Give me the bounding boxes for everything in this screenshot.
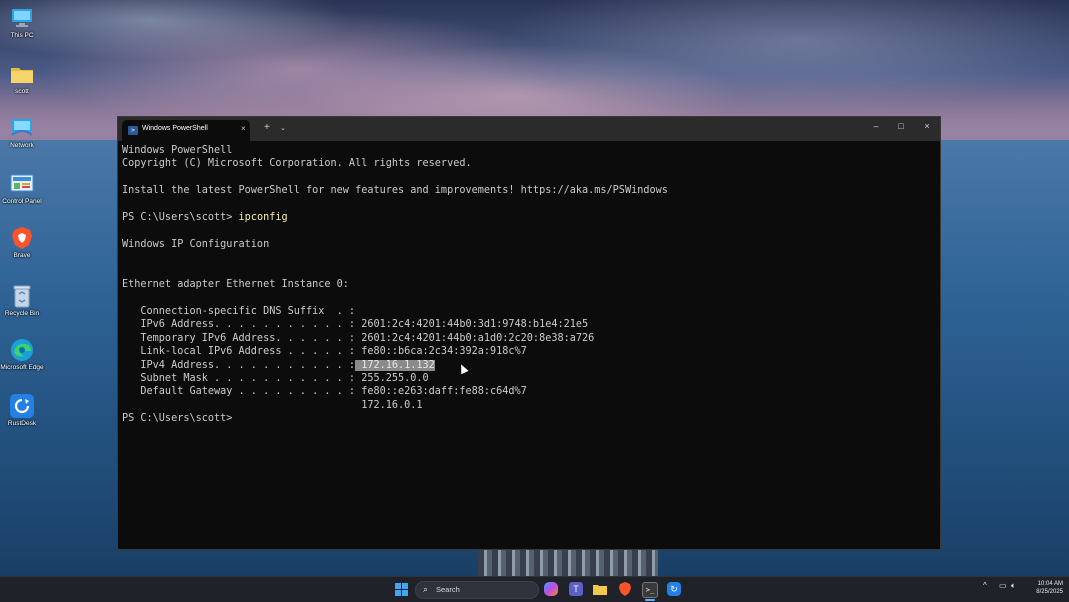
- output-line: Copyright (C) Microsoft Corporation. All…: [122, 158, 472, 170]
- desktop-icon-label: scott: [15, 88, 29, 95]
- desktop-icon-rustdesk[interactable]: RustDesk: [0, 394, 44, 427]
- search-icon: ⌕: [423, 584, 429, 594]
- output-line: Default Gateway . . . . . . . . . : fe80…: [122, 386, 527, 398]
- desktop-icon-label: Network: [10, 142, 34, 149]
- tab-windows-powershell[interactable]: > Windows PowerShell ×: [122, 120, 250, 141]
- network-status-icon[interactable]: ▭: [999, 581, 1007, 590]
- desktop-icon-recycle-bin[interactable]: Recycle Bin: [0, 284, 44, 317]
- rustdesk-icon: [10, 394, 34, 418]
- output-line: Temporary IPv6 Address. . . . . . : 2601…: [122, 332, 595, 344]
- output-line: Windows PowerShell: [122, 145, 233, 156]
- clock-time: 10:04 AM: [1037, 581, 1063, 587]
- desktop-icon-scott-folder[interactable]: scott: [0, 62, 44, 95]
- edge-icon: [10, 338, 34, 362]
- desktop-icon-label: Control Panel: [2, 198, 42, 205]
- windows-start-icon[interactable]: [394, 582, 408, 596]
- network-icon: [10, 116, 34, 140]
- terminal-window[interactable]: > Windows PowerShell × + ⌄ – □ × Windows…: [117, 116, 941, 550]
- volume-icon[interactable]: 🔈︎: [1011, 581, 1016, 591]
- search-placeholder: Search: [436, 585, 460, 594]
- desktop-icon-label: Recycle Bin: [4, 310, 40, 317]
- output-line: IPv6 Address. . . . . . . . . . . : 2601…: [122, 319, 589, 331]
- wallpaper-pier: [478, 548, 658, 576]
- output-line: 172.16.0.1: [122, 399, 423, 411]
- prompt: PS C:\Users\scott>: [122, 212, 239, 224]
- clock-date: 8/25/2025: [1036, 589, 1063, 595]
- control-panel-icon: [10, 172, 34, 196]
- teams-icon[interactable]: T: [569, 582, 583, 596]
- desktop-icon-label: Microsoft Edge: [0, 364, 44, 371]
- desktop-icon-label: This PC: [10, 32, 34, 39]
- desktop-icon-label: Brave: [13, 252, 31, 259]
- output-line: Connection-specific DNS Suffix . :: [122, 305, 356, 317]
- file-explorer-icon[interactable]: [593, 582, 607, 596]
- maximize-button[interactable]: □: [891, 121, 911, 131]
- rustdesk-icon[interactable]: ↻: [667, 582, 681, 596]
- output-line: Subnet Mask . . . . . . . . . . . : 255.…: [122, 372, 429, 384]
- output-line: Windows IP Configuration: [122, 238, 270, 250]
- selected-ipv4-value[interactable]: 172.16.1.132: [355, 359, 435, 371]
- terminal-output[interactable]: Windows PowerShell Copyright (C) Microso…: [118, 141, 940, 426]
- output-line: Link-local IPv6 Address . . . . . : fe80…: [122, 346, 527, 358]
- powershell-icon: >: [128, 126, 138, 135]
- output-line: Ethernet adapter Ethernet Instance 0:: [122, 279, 349, 291]
- tray-chevron-icon[interactable]: ^: [983, 581, 987, 590]
- recycle-bin-icon: [10, 284, 34, 308]
- taskbar: ⌕ Search T >_ ↻ ^ ▭ 🔈︎ 10:04 AM 8/25/202…: [0, 576, 1069, 602]
- folder-icon: [10, 62, 34, 86]
- tab-title: Windows PowerShell: [142, 125, 208, 132]
- desktop-icon-brave[interactable]: Brave: [0, 226, 44, 259]
- terminal-icon[interactable]: >_: [642, 582, 658, 598]
- close-button[interactable]: ×: [917, 121, 937, 131]
- chevron-down-icon[interactable]: ⌄: [280, 124, 286, 132]
- prompt: PS C:\Users\scott>: [122, 413, 233, 425]
- new-tab-button[interactable]: +: [264, 122, 270, 133]
- desktop-icon-this-pc[interactable]: This PC: [0, 6, 44, 39]
- search-box[interactable]: ⌕ Search: [415, 581, 539, 599]
- monitor-icon: [10, 6, 34, 30]
- output-line: IPv4 Address. . . . . . . . . . . :: [122, 359, 356, 371]
- desktop-icon-microsoft-edge[interactable]: Microsoft Edge: [0, 338, 44, 371]
- clock[interactable]: 10:04 AM 8/25/2025: [1027, 580, 1063, 596]
- copilot-icon[interactable]: [544, 582, 558, 596]
- brave-icon: [10, 226, 34, 250]
- desktop-icon-network[interactable]: Network: [0, 116, 44, 149]
- desktop-icon-control-panel[interactable]: Control Panel: [0, 172, 44, 205]
- brave-icon[interactable]: [618, 582, 632, 596]
- output-line: Install the latest PowerShell for new fe…: [122, 185, 668, 197]
- command-text: ipconfig: [238, 212, 288, 224]
- tab-close-icon[interactable]: ×: [241, 124, 246, 133]
- terminal-titlebar[interactable]: > Windows PowerShell × + ⌄ – □ ×: [118, 117, 940, 141]
- desktop-icon-label: RustDesk: [7, 420, 37, 427]
- minimize-button[interactable]: –: [866, 121, 886, 131]
